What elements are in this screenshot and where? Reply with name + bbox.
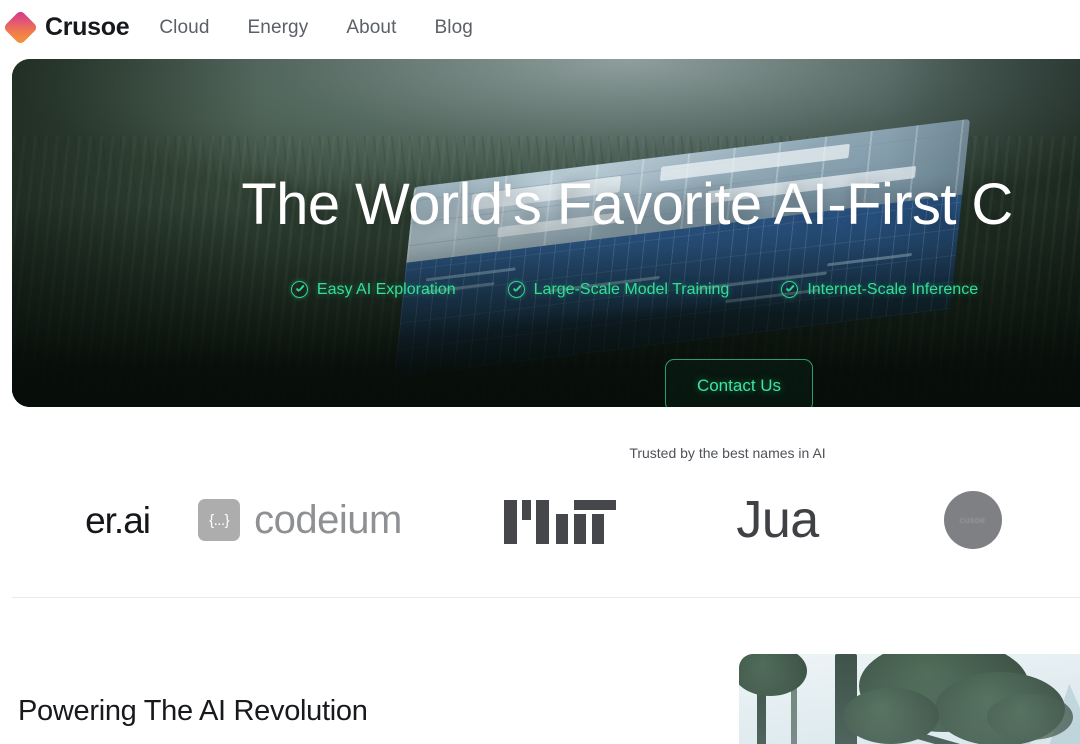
character-ai-logo: er.ai [0,480,151,560]
check-circle-icon [290,281,308,298]
powering-section-title: Powering The AI Revolution [18,695,368,727]
spoke-wheel-logo [1060,480,1080,560]
hero-banner: The World's Favorite AI-First C Easy AI … [12,59,1080,407]
codeium-logo: {...} codeium [150,480,450,560]
codeium-wordmark: codeium [254,498,402,542]
powering-section-image [739,654,1080,744]
nav-link-blog[interactable]: Blog [434,18,472,37]
gray-circle-icon: cusoe [943,491,1002,549]
nav-link-energy[interactable]: Energy [248,18,309,37]
brand-name: Crusoe [45,12,130,41]
hero-content: The World's Favorite AI-First C Easy AI … [12,59,1080,407]
mit-mark-icon [504,496,616,544]
partner-logo-row: er.ai {...} codeium Jua cusoe [0,480,1080,560]
character-ai-wordmark: er.ai [85,499,151,541]
forest-mist-overlay [739,654,1080,744]
hero-feature-item: Large-Scale Model Training [507,280,730,298]
hero-headline: The World's Favorite AI-First C [241,172,1013,237]
nav-links: Cloud Energy About Blog [159,18,473,37]
hero-feature-list: Easy AI Exploration Large-Scale Model Tr… [12,281,1080,298]
jua-wordmark: Jua [736,491,819,549]
top-navigation-bar: Crusoe Cloud Energy About Blog [0,0,1080,54]
hero-feature-item: Internet-Scale Inference [781,281,978,298]
brand-logo[interactable]: Crusoe [2,9,130,45]
hero-feature-item: Easy AI Exploration [290,280,456,298]
hero-feature-label: Internet-Scale Inference [807,280,979,298]
crusoe-diamond-icon [2,9,39,45]
hero-feature-label: Easy AI Exploration [316,280,456,298]
nav-link-cloud[interactable]: Cloud [159,18,209,37]
forest-scene [739,654,1080,744]
gray-circle-logo: cusoe [885,480,1060,560]
contact-us-label: Contact Us [696,376,782,395]
section-divider [12,597,1080,598]
mit-logo [450,480,670,560]
contact-us-button[interactable]: Contact Us [665,359,813,407]
nav-link-about[interactable]: About [346,18,396,37]
jua-logo: Jua [670,480,885,560]
codeium-badge-icon: {...} [198,499,241,541]
codeium-badge-glyph: {...} [209,511,230,529]
check-circle-icon [781,281,799,298]
trusted-by-caption: Trusted by the best names in AI [629,445,826,461]
gray-circle-wordmark: cusoe [959,514,986,525]
hero-feature-label: Large-Scale Model Training [533,280,730,298]
check-circle-icon [507,281,525,298]
